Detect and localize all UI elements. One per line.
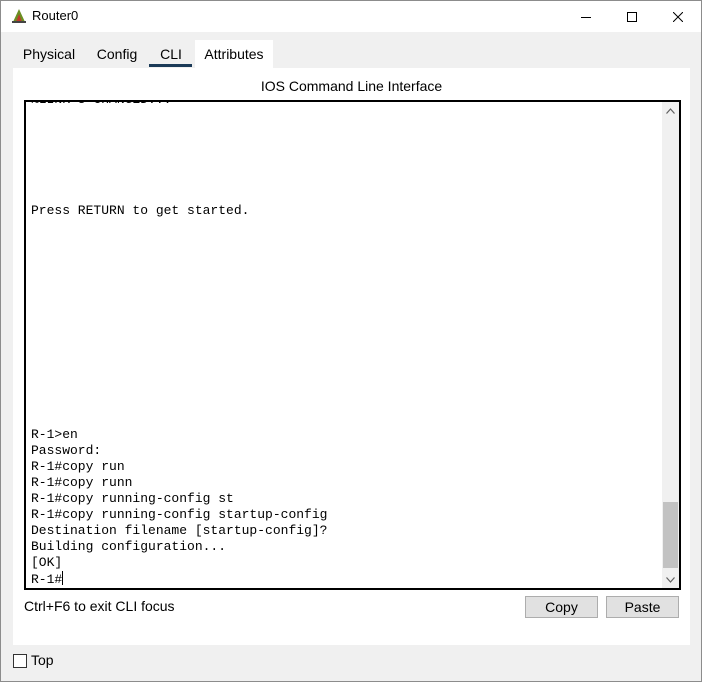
active-tab-indicator [149, 64, 192, 67]
console-line: R-1#copy running-config startup-config [31, 507, 328, 522]
cli-heading: IOS Command Line Interface [260, 78, 443, 94]
close-icon [673, 11, 683, 22]
minimize-button[interactable] [563, 1, 609, 32]
chevron-up-icon [666, 107, 675, 114]
text-caret [62, 571, 64, 585]
console-line: R-1#copy running-config st [31, 491, 234, 506]
maximize-button[interactable] [609, 1, 655, 32]
cli-focus-hint: Ctrl+F6 to exit CLI focus [24, 598, 175, 614]
close-button[interactable] [655, 1, 701, 32]
press-return-line: Press RETURN to get started. [31, 203, 250, 218]
scroll-down-button[interactable] [662, 571, 679, 588]
paste-button[interactable]: Paste [606, 596, 679, 618]
console-line: [OK] [31, 555, 63, 570]
scroll-thumb[interactable] [663, 502, 678, 568]
scroll-up-button[interactable] [662, 102, 679, 119]
window-title: Router0 [32, 8, 79, 23]
top-checkbox[interactable] [13, 654, 27, 668]
console-line: R-1#copy runn [31, 475, 133, 490]
tab-bar: Physical Config CLI Attributes [1, 32, 701, 68]
cli-terminal[interactable]: %LINK-5-CHANGED... Press RETURN to get s… [24, 100, 681, 590]
router-app-icon [12, 9, 26, 23]
maximize-icon [627, 11, 637, 22]
cli-panel: IOS Command Line Interface %LINK-5-CHANG… [13, 68, 690, 645]
tab-config[interactable]: Config [87, 40, 147, 68]
console-line: Destination filename [startup-config]? [31, 523, 328, 538]
console-line: R-1>en [31, 427, 78, 442]
tab-attributes[interactable]: Attributes [195, 40, 273, 68]
tab-physical[interactable]: Physical [15, 40, 83, 68]
cli-prompt: R-1# [31, 572, 63, 587]
title-bar[interactable]: Router0 [1, 1, 701, 32]
vertical-scrollbar[interactable] [662, 102, 679, 588]
console-line: Password: [31, 443, 102, 458]
console-line: Building configuration... [31, 539, 227, 554]
clipped-console-line: %LINK-5-CHANGED... [31, 102, 171, 108]
console-line: R-1#copy run [31, 459, 125, 474]
copy-button[interactable]: Copy [525, 596, 598, 618]
prompt-line[interactable]: R-1# [31, 571, 64, 588]
chevron-down-icon [666, 576, 675, 583]
top-checkbox-label[interactable]: Top [31, 652, 54, 668]
minimize-icon [581, 16, 591, 18]
router-window: Router0 Physical Config CLI Attributes I… [0, 0, 702, 682]
